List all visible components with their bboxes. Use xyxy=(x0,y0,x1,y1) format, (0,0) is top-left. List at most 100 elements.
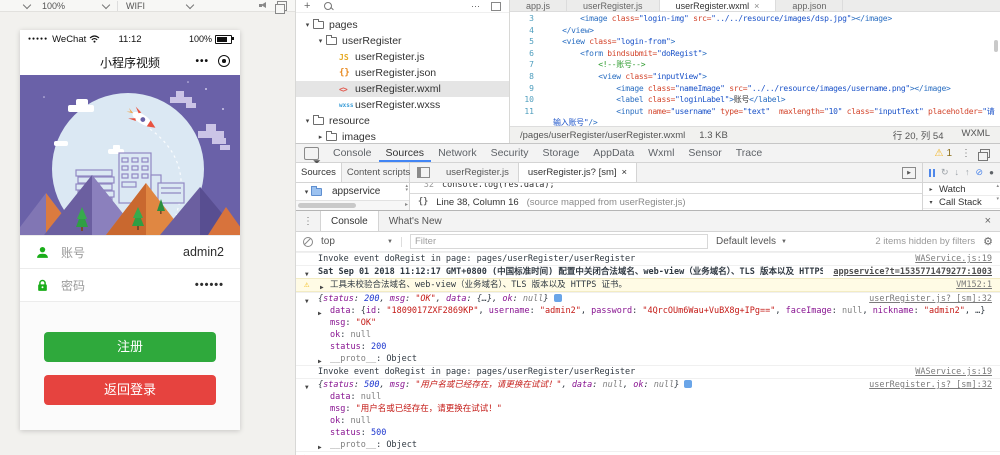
sources-code-preview[interactable]: 32 console.log(res.data); xyxy=(410,183,922,194)
step-over-icon[interactable]: ↻ xyxy=(941,168,949,177)
sources-file-tab[interactable]: userRegister.js? [sm]× xyxy=(518,163,637,182)
chevron-down-icon[interactable] xyxy=(102,0,110,8)
password-input-row[interactable]: 密码 •••••• xyxy=(20,269,240,302)
console-drawer-tab-What's New[interactable]: What's New xyxy=(379,211,452,231)
mute-icon[interactable] xyxy=(259,2,267,9)
console-message: Invoke event doRegist in page: pages/use… xyxy=(296,252,1000,265)
expand-arrow[interactable]: ▾ xyxy=(927,199,935,206)
copy-icon[interactable] xyxy=(277,1,287,11)
pretty-print-icon[interactable]: {} xyxy=(418,197,428,207)
sources-file-tab[interactable]: userRegister.js xyxy=(437,163,518,182)
battery-icon xyxy=(215,35,232,44)
collapse-panel-icon[interactable] xyxy=(491,2,501,11)
scroll-arrows-icon[interactable]: ▴ xyxy=(996,184,999,188)
expand-arrow[interactable]: ▾ xyxy=(302,188,311,196)
log-levels-select[interactable]: Default levels ▼ xyxy=(716,236,787,247)
source-link[interactable]: WAService.js:19 xyxy=(915,366,992,378)
close-capsule-icon[interactable] xyxy=(218,55,230,67)
tree-item-appservice[interactable]: appservice xyxy=(332,186,380,197)
watch-section[interactable]: ▸ Watch ▴ xyxy=(923,183,1000,196)
undock-icon[interactable] xyxy=(980,149,990,158)
account-value[interactable]: admin2 xyxy=(183,245,224,259)
devtools-tab-Console[interactable]: Console xyxy=(326,144,379,162)
password-value[interactable]: •••••• xyxy=(195,279,224,291)
devtools-tab-AppData[interactable]: AppData xyxy=(586,144,641,162)
close-icon[interactable]: × xyxy=(622,167,628,178)
scroll-arrows-icon[interactable]: ▴▾ xyxy=(405,184,408,192)
tree-item-userRegister[interactable]: ▾userRegister xyxy=(296,33,509,49)
devtools-tab-Storage[interactable]: Storage xyxy=(536,144,587,162)
call-stack-section[interactable]: ▾ Call Stack ▾ xyxy=(923,196,1000,209)
clear-console-icon[interactable] xyxy=(303,237,313,247)
source-link[interactable]: userRegister.js? [sm]:32 xyxy=(869,293,992,305)
message-text: data: null xyxy=(330,391,992,403)
context-select[interactable]: top ▼ xyxy=(321,236,393,247)
show-pane-icon[interactable]: ▶ xyxy=(902,167,916,179)
context-badge xyxy=(554,294,562,302)
devtools-tab-Sensor[interactable]: Sensor xyxy=(681,144,728,162)
deactivate-breakpoints-icon[interactable]: ⊘ xyxy=(976,168,984,177)
editor-tab-userRegister.js[interactable]: userRegister.js xyxy=(567,0,660,11)
menu-dots-icon[interactable]: ••• xyxy=(195,56,209,67)
toggle-panel-icon[interactable] xyxy=(417,167,430,178)
tree-item-userRegister.wxml[interactable]: <>userRegister.wxml xyxy=(296,81,509,97)
devtools-tab-Trace[interactable]: Trace xyxy=(729,144,769,162)
network-select[interactable]: WIFI xyxy=(126,1,145,11)
language-mode[interactable]: WXML xyxy=(962,128,991,142)
add-file-icon[interactable]: + xyxy=(304,1,310,11)
filter-input[interactable]: Filter xyxy=(410,234,708,249)
expand-arrow[interactable]: ▸ xyxy=(927,186,935,193)
editor-code-area[interactable]: 3 <image class="login-img" src="../../re… xyxy=(510,13,1000,126)
editor-scrollbar[interactable] xyxy=(994,40,998,52)
editor-tab-userRegister.wxml[interactable]: userRegister.wxml× xyxy=(660,0,777,11)
tree-item-pages[interactable]: ▾pages xyxy=(296,17,509,33)
chevron-down-icon[interactable] xyxy=(186,0,194,8)
close-icon[interactable]: × xyxy=(754,1,759,11)
step-out-icon[interactable]: ↑ xyxy=(965,168,970,177)
kebab-menu-icon[interactable]: ⋮ xyxy=(296,216,320,227)
expand-arrow[interactable]: ▾ xyxy=(302,117,313,125)
source-link[interactable]: userRegister.js? [sm]:32 xyxy=(869,379,992,391)
message-text: Invoke event doRegist in page: pages/use… xyxy=(318,366,905,378)
sources-side-tab-Content scripts[interactable]: Content scripts xyxy=(342,163,415,182)
login-form: 账号 admin2 密码 •••••• xyxy=(20,235,240,302)
step-into-icon[interactable]: ↓ xyxy=(955,168,960,177)
kebab-menu-icon[interactable]: ⋮ xyxy=(961,148,971,159)
register-button[interactable]: 注册 xyxy=(44,332,216,362)
expand-arrow[interactable]: ▸ xyxy=(315,133,326,141)
source-link[interactable]: appservice?t=1535771479277:1003 xyxy=(833,266,992,278)
more-icon[interactable]: ⋯ xyxy=(471,1,481,12)
console-drawer-tab-Console[interactable]: Console xyxy=(320,211,379,231)
devtools-tab-Network[interactable]: Network xyxy=(431,144,484,162)
inspect-element-icon[interactable] xyxy=(304,147,319,160)
horizontal-scrollbar[interactable]: ▸ xyxy=(296,200,409,210)
expand-arrow[interactable]: ▾ xyxy=(302,21,313,29)
search-icon[interactable] xyxy=(324,2,332,10)
pause-on-exceptions-icon[interactable]: ● xyxy=(989,168,994,177)
zoom-select[interactable]: 100% xyxy=(42,1,65,11)
devtools-tab-Sources[interactable]: Sources xyxy=(379,144,432,162)
scroll-arrows-icon[interactable]: ▾ xyxy=(996,197,999,201)
tree-item-images[interactable]: ▸images xyxy=(296,129,509,143)
devtools-tab-Security[interactable]: Security xyxy=(484,144,536,162)
warning-count-badge[interactable]: ⚠ 1 xyxy=(934,148,952,159)
tree-item-resource[interactable]: ▾resource xyxy=(296,113,509,129)
gear-icon[interactable]: ⚙ xyxy=(983,235,993,248)
tab-label: app.json xyxy=(792,1,826,11)
editor-tab-app.js[interactable]: app.js xyxy=(510,0,567,11)
pause-icon[interactable] xyxy=(929,169,935,177)
tree-item-userRegister.wxss[interactable]: wxssuserRegister.wxss xyxy=(296,97,509,113)
expand-arrow[interactable]: ▾ xyxy=(315,37,326,45)
chevron-down-icon[interactable] xyxy=(23,0,31,8)
sources-side-tab-Sources[interactable]: Sources xyxy=(296,163,342,182)
console-message: ⚠▶工具未校验合法域名、web-view（业务域名）、TLS 版本以及 HTTP… xyxy=(296,278,1000,292)
tree-item-userRegister.js[interactable]: JSuserRegister.js xyxy=(296,49,509,65)
devtools-tab-Wxml[interactable]: Wxml xyxy=(641,144,681,162)
source-link[interactable]: VM152:1 xyxy=(956,279,992,291)
close-icon[interactable]: × xyxy=(985,215,1000,227)
back-to-login-button[interactable]: 返回登录 xyxy=(44,375,216,405)
account-input-row[interactable]: 账号 admin2 xyxy=(20,235,240,269)
tree-item-userRegister.json[interactable]: {}userRegister.json xyxy=(296,65,509,81)
editor-tab-app.json[interactable]: app.json xyxy=(776,0,843,11)
source-link[interactable]: WAService.js:19 xyxy=(915,253,992,265)
